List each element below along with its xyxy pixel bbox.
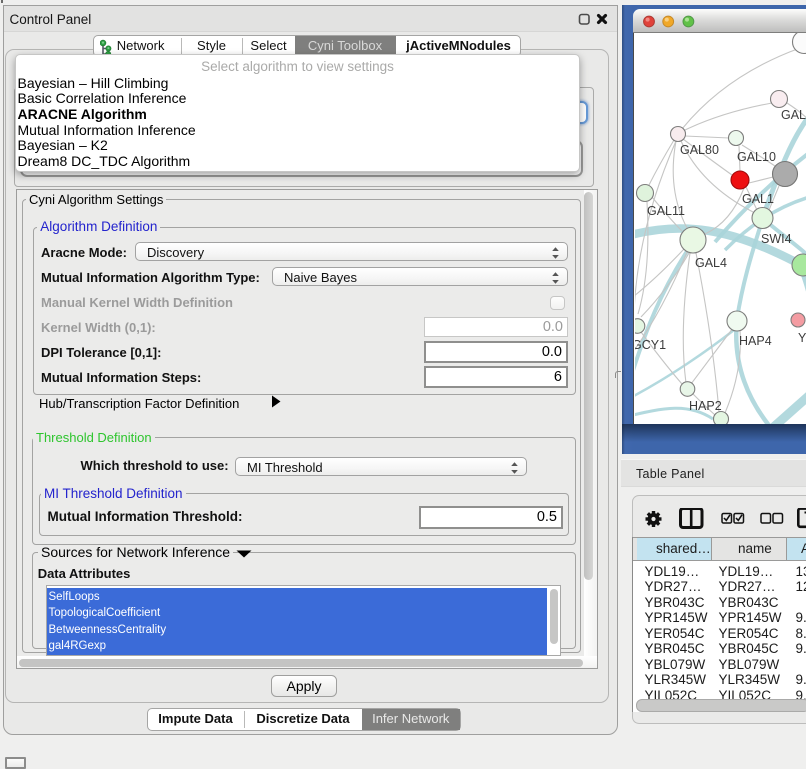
svg-text:GCY1: GCY1 [635,338,666,352]
svg-text:HAP2: HAP2 [689,399,722,413]
svg-text:GAL4: GAL4 [695,256,727,270]
svg-text:HAP4: HAP4 [739,334,772,348]
svg-text:GAL80: GAL80 [680,143,719,157]
svg-text:GAL1: GAL1 [742,192,774,206]
svg-text:GAL10: GAL10 [737,150,776,164]
svg-text:Y: Y [798,331,806,345]
svg-text:SWI4: SWI4 [761,232,792,246]
svg-text:GAL11: GAL11 [647,204,685,218]
svg-text:GAL7: GAL7 [781,108,806,122]
